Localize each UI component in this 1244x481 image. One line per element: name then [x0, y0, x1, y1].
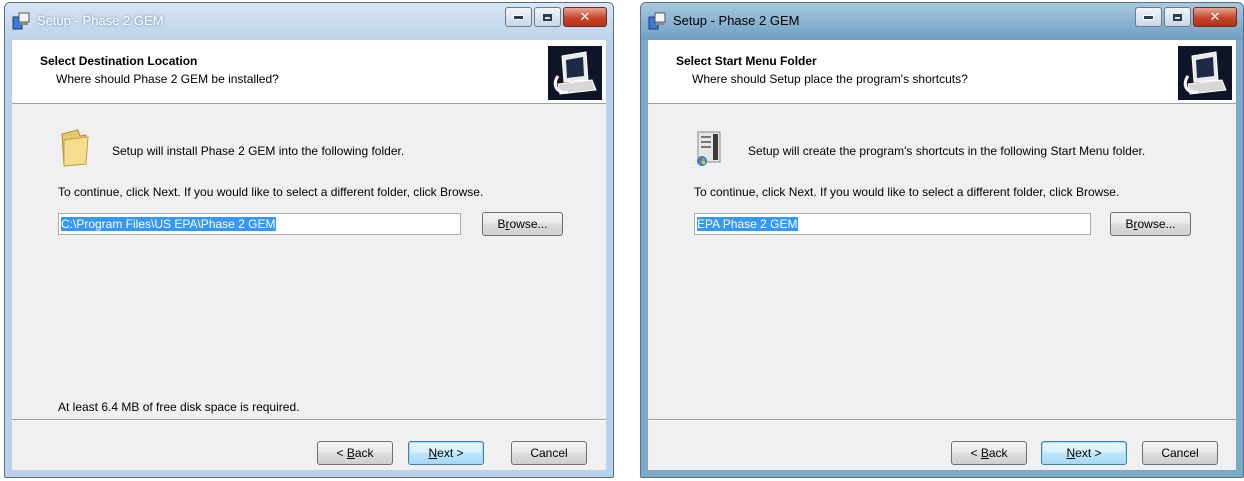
start-menu-folder-value: EPA Phase 2 GEM: [697, 217, 798, 231]
back-label-accel: B: [346, 446, 355, 460]
browse-button[interactable]: Br owse...: [482, 212, 563, 236]
next-label-accel: N: [1066, 446, 1076, 460]
close-icon: ✕: [579, 9, 591, 25]
start-menu-icon: [697, 131, 721, 166]
wizard-header: Select Destination Location Where should…: [12, 40, 606, 104]
cancel-button[interactable]: Cancel: [1142, 441, 1218, 465]
intro-text: Setup will install Phase 2 GEM into the …: [112, 144, 405, 158]
browse-label-a: B: [1125, 217, 1134, 231]
caption-buttons: ✕: [503, 7, 607, 29]
wizard-header: Select Start Menu Folder Where should Se…: [648, 40, 1236, 104]
back-label-b: ack: [988, 446, 1008, 460]
title-bar[interactable]: Setup - Phase 2 GEM ✕: [641, 3, 1243, 40]
maximize-icon: [543, 13, 552, 21]
maximize-button[interactable]: [1164, 7, 1191, 27]
back-button[interactable]: < Back: [951, 441, 1027, 465]
intro-text: Setup will create the program's shortcut…: [748, 144, 1146, 158]
wizard-footer: < Back Next > Cancel: [648, 419, 1236, 470]
wizard-computer-icon: [1178, 46, 1232, 100]
window-title: Setup - Phase 2 GEM: [37, 13, 164, 28]
next-button[interactable]: Next >: [1041, 441, 1127, 465]
start-menu-folder-input[interactable]: EPA Phase 2 GEM: [694, 213, 1091, 235]
browse-label-a: B: [497, 217, 506, 231]
back-label-b: ack: [354, 446, 374, 460]
destination-path-input[interactable]: C:\Program Files\US EPA\Phase 2 GEM: [58, 213, 461, 235]
minimize-button[interactable]: [505, 7, 532, 27]
back-button[interactable]: < Back: [317, 441, 393, 465]
page-subtitle: Where should Phase 2 GEM be installed?: [56, 72, 279, 86]
next-button[interactable]: Next >: [408, 441, 484, 465]
wizard-client-area: Select Start Menu Folder Where should Se…: [648, 40, 1236, 470]
setup-app-icon[interactable]: [11, 11, 31, 31]
minimize-icon: [513, 14, 524, 20]
next-label-b: ext >: [437, 446, 464, 460]
wizard-client-area: Select Destination Location Where should…: [12, 40, 606, 470]
browse-label-b: owse...: [1137, 217, 1176, 231]
folder-icon: [61, 129, 89, 167]
cancel-label: Cancel: [1161, 446, 1199, 460]
continue-instructions: To continue, click Next. If you would li…: [694, 185, 1120, 199]
minimize-icon: [1143, 14, 1154, 20]
continue-instructions: To continue, click Next. If you would li…: [58, 185, 484, 199]
wizard-footer: < Back Next > Cancel: [12, 419, 606, 470]
page-subtitle: Where should Setup place the program's s…: [692, 72, 968, 86]
close-icon: ✕: [1209, 9, 1221, 25]
maximize-icon: [1173, 13, 1182, 21]
destination-path-value: C:\Program Files\US EPA\Phase 2 GEM: [61, 217, 276, 231]
close-button[interactable]: ✕: [1193, 7, 1237, 27]
close-button[interactable]: ✕: [563, 7, 607, 27]
wizard-computer-icon: [548, 46, 602, 100]
next-label-accel: N: [428, 446, 438, 460]
browse-label-b: owse...: [509, 217, 548, 231]
window-title: Setup - Phase 2 GEM: [673, 13, 800, 28]
browse-button[interactable]: Br owse...: [1110, 212, 1191, 236]
caption-buttons: ✕: [1133, 7, 1237, 29]
setup-window-destination: Setup - Phase 2 GEM ✕ Select Destination…: [4, 2, 614, 478]
back-label-a: <: [970, 446, 981, 460]
cancel-label: Cancel: [530, 446, 568, 460]
page-title: Select Start Menu Folder: [676, 54, 817, 68]
disk-space-text: At least 6.4 MB of free disk space is re…: [58, 400, 300, 414]
setup-app-icon[interactable]: [647, 11, 667, 31]
setup-window-start-menu: Setup - Phase 2 GEM ✕ Select Start Menu …: [640, 2, 1244, 478]
back-label-accel: B: [980, 446, 989, 460]
page-title: Select Destination Location: [40, 54, 198, 68]
title-bar[interactable]: Setup - Phase 2 GEM ✕: [5, 3, 613, 40]
back-label-a: <: [336, 446, 347, 460]
maximize-button[interactable]: [534, 7, 561, 27]
cancel-button[interactable]: Cancel: [511, 441, 587, 465]
next-label-b: ext >: [1075, 446, 1102, 460]
minimize-button[interactable]: [1135, 7, 1162, 27]
